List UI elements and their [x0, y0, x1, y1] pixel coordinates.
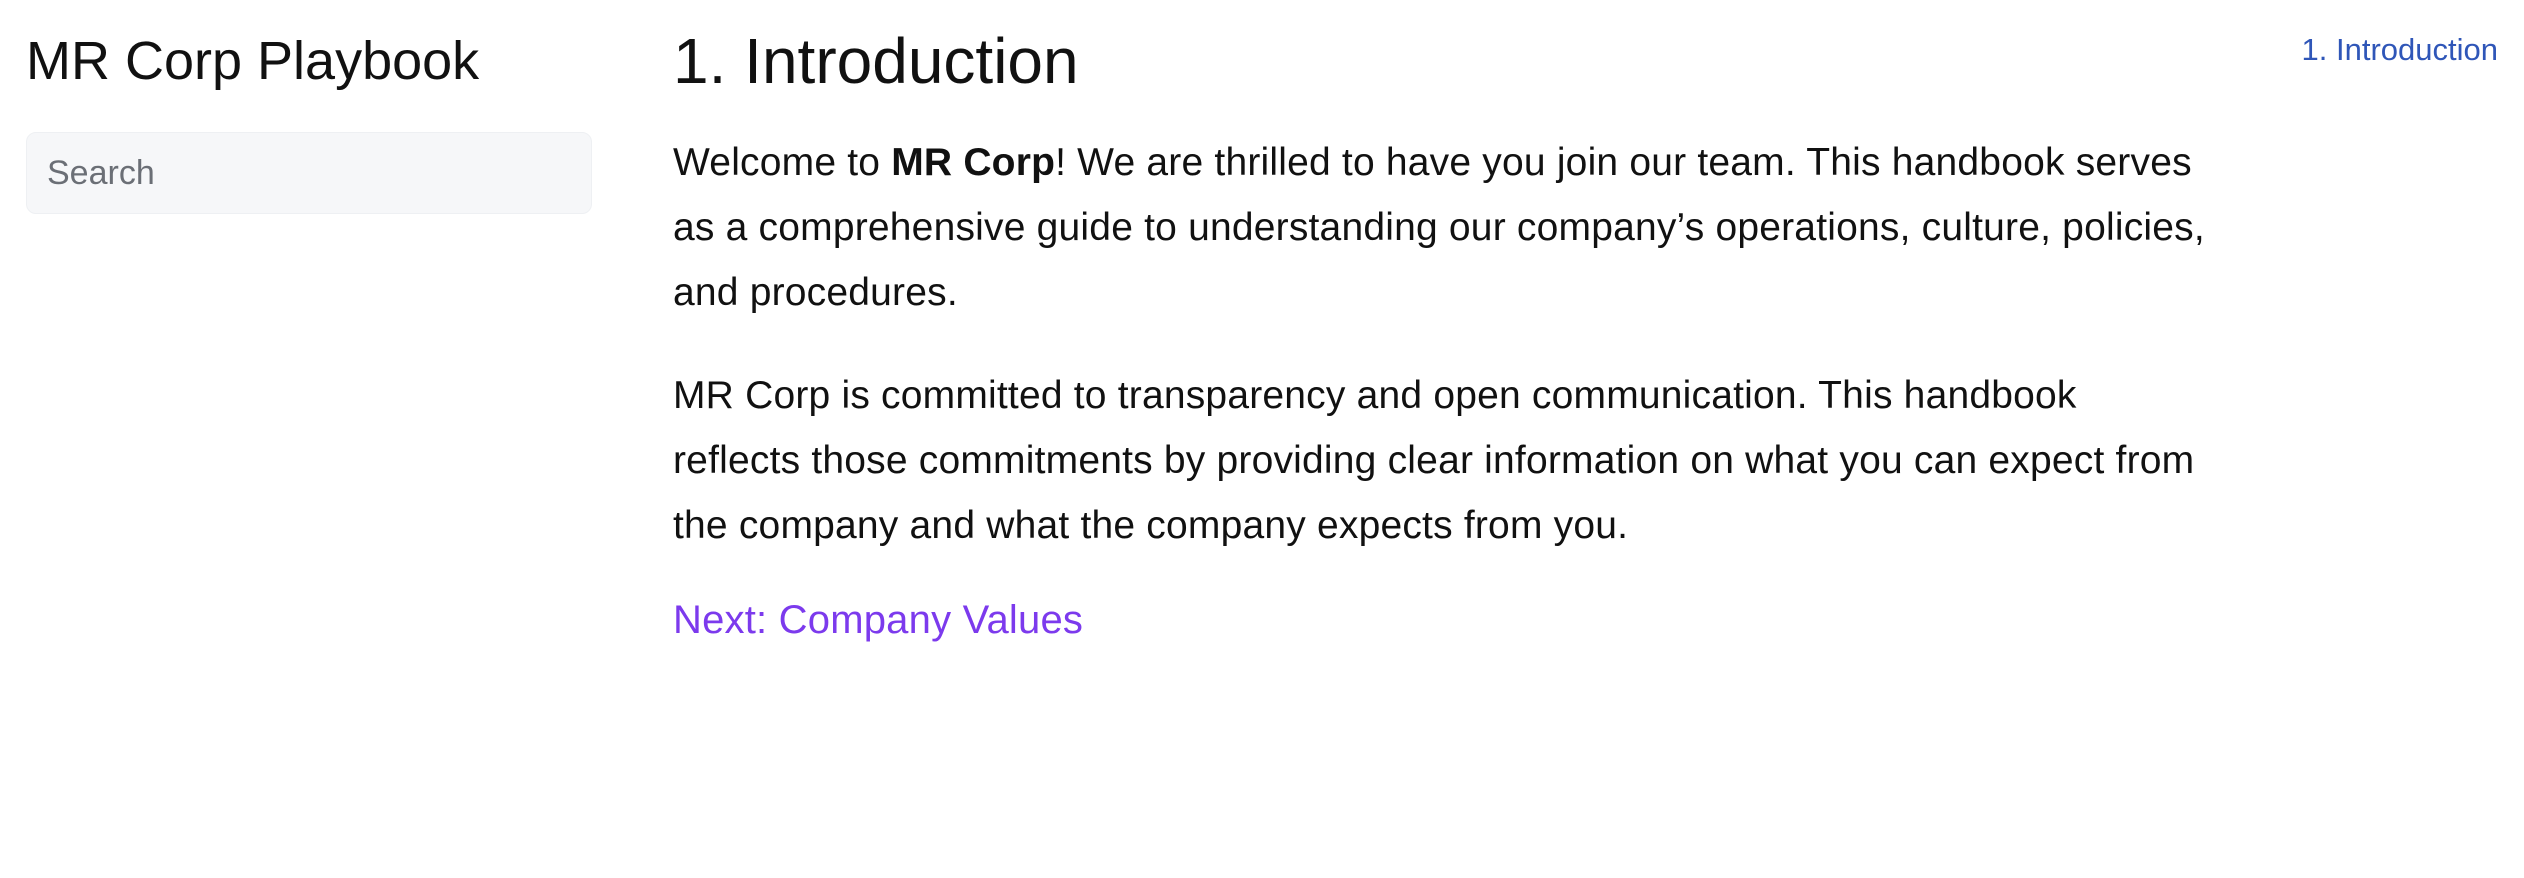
- main-content: 1. Introduction Welcome to MR Corp! We a…: [673, 22, 2213, 650]
- search-input[interactable]: [26, 132, 592, 214]
- site-title[interactable]: MR Corp Playbook: [26, 28, 592, 94]
- page: MR Corp Playbook 1. Introduction Welcome…: [0, 0, 2524, 878]
- intro-paragraph: Welcome to MR Corp! We are thrilled to h…: [673, 130, 2213, 325]
- company-name-bold: MR Corp: [891, 141, 1056, 184]
- next-page-link[interactable]: Next: Company Values: [673, 590, 1083, 650]
- page-title: 1. Introduction: [673, 25, 1079, 97]
- table-of-contents: 1. Introduction: [2302, 30, 2498, 70]
- commitment-paragraph: MR Corp is committed to transparency and…: [673, 374, 2195, 547]
- toc-item-introduction[interactable]: 1. Introduction: [2302, 32, 2498, 67]
- intro-text-start: Welcome to: [673, 141, 892, 184]
- sidebar: MR Corp Playbook: [26, 28, 592, 214]
